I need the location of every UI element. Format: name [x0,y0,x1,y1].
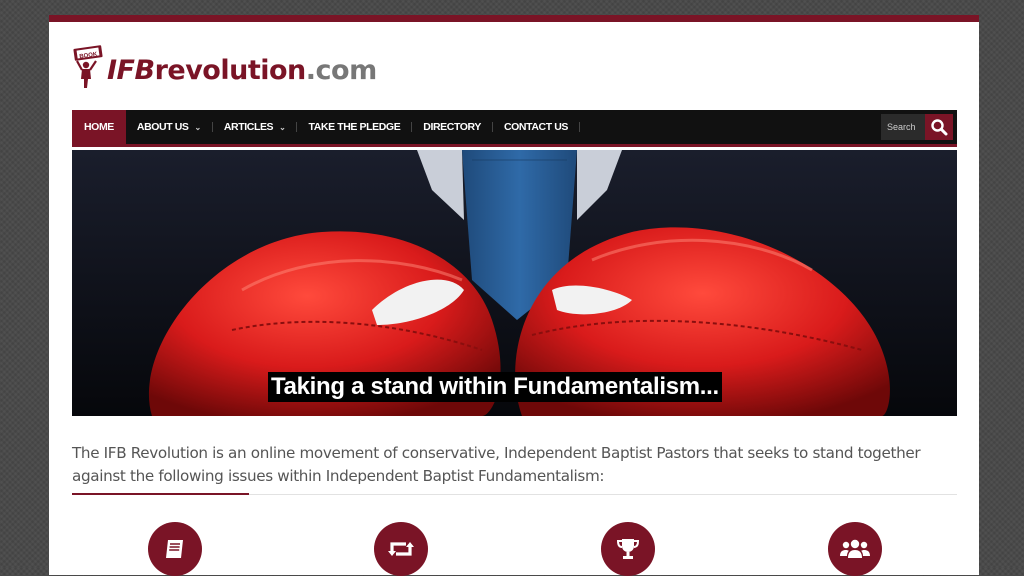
chevron-down-icon: ⌄ [194,122,202,132]
search-button[interactable] [925,114,953,140]
intro-paragraph: The IFB Revolution is an online movement… [72,444,921,485]
nav-item-take-the-pledge[interactable]: TAKE THE PLEDGE [297,110,411,144]
search-box [881,110,957,144]
hero-caption: Taking a stand within Fundamentalism... [268,372,722,402]
logo-suffix-text: .com [305,54,377,86]
users-icon [840,539,870,558]
logo-wordmark: IFBrevolution.com [107,55,377,86]
main-navigation: HOME ABOUT US ⌄ ARTICLES ⌄ TAKE THE PLED… [72,110,957,147]
nav-item-label: ARTICLES [223,121,274,133]
nav-item-about-us[interactable]: ABOUT US ⌄ [126,110,212,144]
logo-man-with-book-icon: BOOK [71,44,105,90]
nav-item-label: CONTACT US [503,121,569,133]
magnifier-icon [931,119,948,136]
nav-item-label: ABOUT US [136,121,189,133]
nav-item-contact-us[interactable]: CONTACT US [493,110,579,144]
search-input[interactable] [881,114,925,140]
nav-item-label: TAKE THE PLEDGE [308,121,401,133]
page-container: BOOK IFBrevolution.com HOME ABOUT US ⌄ A… [49,15,979,576]
logo-main-text: IFBrevolution [107,55,306,86]
hero-banner[interactable]: Taking a stand within Fundamentalism... [72,150,957,416]
nav-item-directory[interactable]: DIRECTORY [412,110,492,144]
nav-item-articles[interactable]: ARTICLES ⌄ [213,110,297,144]
logo-revolution-text: revolution [154,54,307,86]
svg-text:BOOK: BOOK [79,52,98,61]
nav-item-label: HOME [84,121,114,133]
trophy-icon [616,539,640,559]
feature-retweet[interactable] [374,522,428,576]
chevron-down-icon: ⌄ [279,122,286,132]
feature-users[interactable] [828,522,882,576]
logo-ifb-text: IFB [107,54,155,86]
book-icon [166,540,183,558]
section-divider-accent [72,493,249,495]
nav-item-home[interactable]: HOME [72,110,126,144]
feature-trophy[interactable] [601,522,655,576]
nav-item-label: DIRECTORY [423,121,481,133]
nav-separator [579,122,581,132]
retweet-icon [388,542,414,556]
feature-book[interactable] [148,522,202,576]
site-logo[interactable]: BOOK IFBrevolution.com [71,42,377,92]
